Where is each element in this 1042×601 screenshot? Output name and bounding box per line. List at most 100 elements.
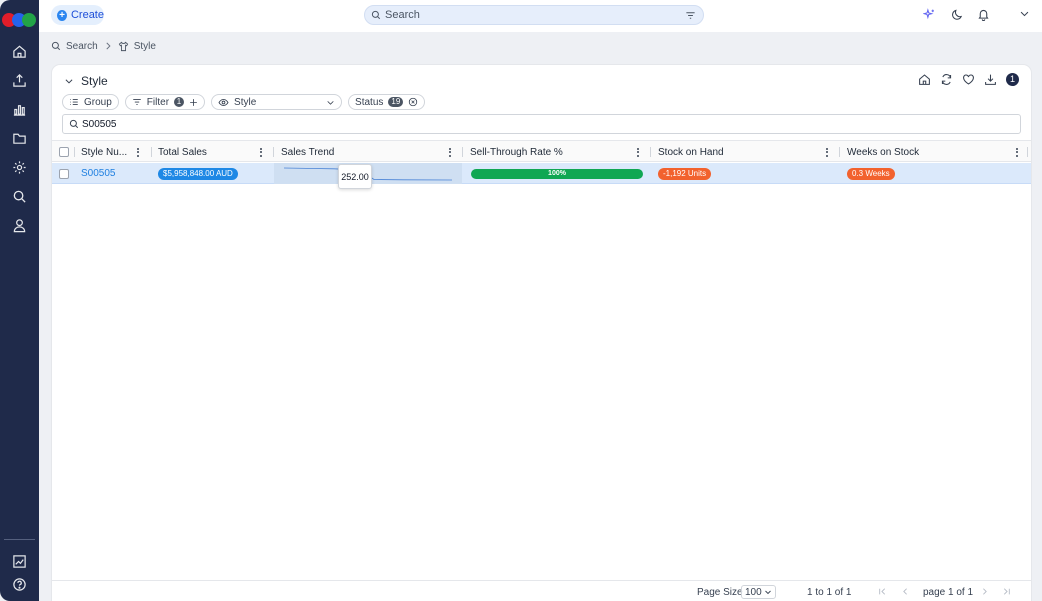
stock-on-hand-pill: -1,192 Units [658, 167, 712, 180]
download-icon[interactable] [984, 73, 997, 86]
help-icon[interactable] [9, 574, 29, 594]
style-panel: Style 1 Group Filter 1 Style Status 19 S… [52, 65, 1031, 601]
heart-icon[interactable] [962, 73, 975, 86]
filter-count-badge: 1 [174, 97, 185, 107]
col-total-sales[interactable]: Total Sales [158, 141, 207, 163]
col-sales-trend[interactable]: Sales Trend [281, 141, 334, 163]
group-label: Group [84, 96, 112, 108]
add-filter-icon[interactable] [189, 98, 198, 107]
list-icon [70, 99, 78, 105]
status-chip[interactable]: Status 19 [348, 94, 426, 110]
sidebar-divider [4, 539, 35, 540]
status-label: Status [355, 96, 384, 108]
chevron-down-icon [327, 100, 334, 105]
chevron-right-icon [106, 42, 111, 50]
panel-header: Style [64, 74, 108, 88]
page-size-value: 100 [745, 586, 762, 598]
folder-icon[interactable] [9, 128, 29, 148]
eye-icon [218, 98, 229, 106]
table-row[interactable]: S00505 $5,958,848.00 AUD 100% -1,192 Uni… [52, 163, 1031, 184]
user-icon[interactable] [9, 215, 29, 235]
global-search[interactable] [364, 5, 704, 25]
breadcrumb: Search Style [51, 39, 156, 53]
home-icon[interactable] [9, 41, 29, 61]
sparkle-icon[interactable] [923, 8, 936, 21]
settings-icon[interactable] [9, 157, 29, 177]
bar-chart-icon[interactable] [9, 99, 29, 119]
toolbar-chips: Group Filter 1 Style Status 19 [62, 94, 426, 110]
weeks-on-stock-cell: 0.3 Weeks [847, 163, 895, 184]
view-label: Style [234, 96, 257, 108]
filter-icon [133, 99, 141, 105]
create-label: Create [70, 9, 104, 21]
column-separator[interactable] [839, 147, 840, 157]
page-info: page 1 of 1 [923, 587, 974, 598]
shirt-icon [118, 41, 128, 51]
stock-on-hand-cell: -1,192 Units [658, 163, 712, 184]
col-menu-icon[interactable] [1014, 146, 1020, 158]
col-menu-icon[interactable] [824, 146, 830, 158]
search-icon[interactable] [9, 186, 29, 206]
filter-icon[interactable] [685, 10, 696, 21]
chevron-down-icon[interactable] [1019, 8, 1030, 19]
plus-icon: + [57, 9, 67, 21]
total-sales-cell: $5,958,848.00 AUD [158, 163, 238, 184]
search-icon [69, 119, 79, 129]
quick-filter-input[interactable] [82, 118, 982, 130]
style-number-cell: S00505 [81, 163, 115, 184]
col-style-number[interactable]: Style Nu... [81, 141, 127, 163]
first-page-icon[interactable] [878, 587, 887, 596]
create-button[interactable]: + Create [51, 5, 104, 25]
previous-page-icon[interactable] [901, 587, 910, 596]
pagination-footer: Page Size 100 1 to 1 of 1 page 1 of 1 [52, 580, 1031, 601]
column-separator[interactable] [74, 147, 75, 157]
view-select[interactable]: Style [211, 94, 343, 110]
app-logo[interactable] [2, 13, 37, 27]
collapse-chevron-icon[interactable] [64, 76, 74, 86]
panel-actions: 1 [918, 73, 1019, 86]
next-page-icon[interactable] [980, 587, 989, 596]
column-separator[interactable] [650, 147, 651, 157]
grid-header: Style Nu... Total Sales Sales Trend Sell… [52, 140, 1031, 162]
clear-status-icon[interactable] [408, 97, 418, 107]
filter-label: Filter [146, 96, 170, 108]
home-icon[interactable] [918, 73, 931, 86]
sell-through-cell: 100% [471, 163, 643, 184]
moon-icon[interactable] [951, 8, 964, 21]
col-weeks-on-stock[interactable]: Weeks on Stock [847, 141, 919, 163]
select-all-cell [59, 141, 69, 163]
filter-chip[interactable]: Filter 1 [124, 94, 206, 110]
col-menu-icon[interactable] [258, 146, 264, 158]
style-number-link[interactable]: S00505 [81, 168, 115, 179]
page-size-select[interactable]: 100 [741, 585, 776, 599]
upload-icon[interactable] [9, 70, 29, 90]
col-menu-icon[interactable] [135, 146, 141, 158]
report-chart-icon[interactable] [9, 551, 29, 571]
global-search-input[interactable] [385, 9, 665, 21]
column-separator[interactable] [462, 147, 463, 157]
last-page-icon[interactable] [1002, 587, 1011, 596]
search-icon [51, 41, 61, 51]
select-all-checkbox[interactable] [59, 147, 69, 157]
top-bar: + Create [39, 0, 1042, 32]
col-stock-on-hand[interactable]: Stock on Hand [658, 141, 724, 163]
refresh-icon[interactable] [940, 73, 953, 86]
column-separator[interactable] [151, 147, 152, 157]
col-menu-icon[interactable] [635, 146, 641, 158]
col-sell-through[interactable]: Sell-Through Rate % [470, 141, 563, 163]
weeks-on-stock-pill: 0.3 Weeks [847, 167, 895, 180]
breadcrumb-search[interactable]: Search [66, 41, 98, 52]
column-separator[interactable] [273, 147, 274, 157]
bell-icon[interactable] [977, 8, 990, 21]
col-menu-icon[interactable] [447, 146, 453, 158]
quick-filter[interactable] [62, 114, 1021, 134]
row-range: 1 to 1 of 1 [807, 587, 852, 598]
page-size-label: Page Size [697, 587, 743, 598]
chevron-down-icon [765, 590, 771, 595]
column-separator[interactable] [1027, 147, 1028, 157]
sidebar [0, 0, 39, 601]
total-sales-pill: $5,958,848.00 AUD [158, 167, 238, 180]
row-checkbox[interactable] [59, 168, 69, 179]
group-chip[interactable]: Group [62, 94, 119, 110]
notification-count-badge[interactable]: 1 [1006, 73, 1019, 86]
